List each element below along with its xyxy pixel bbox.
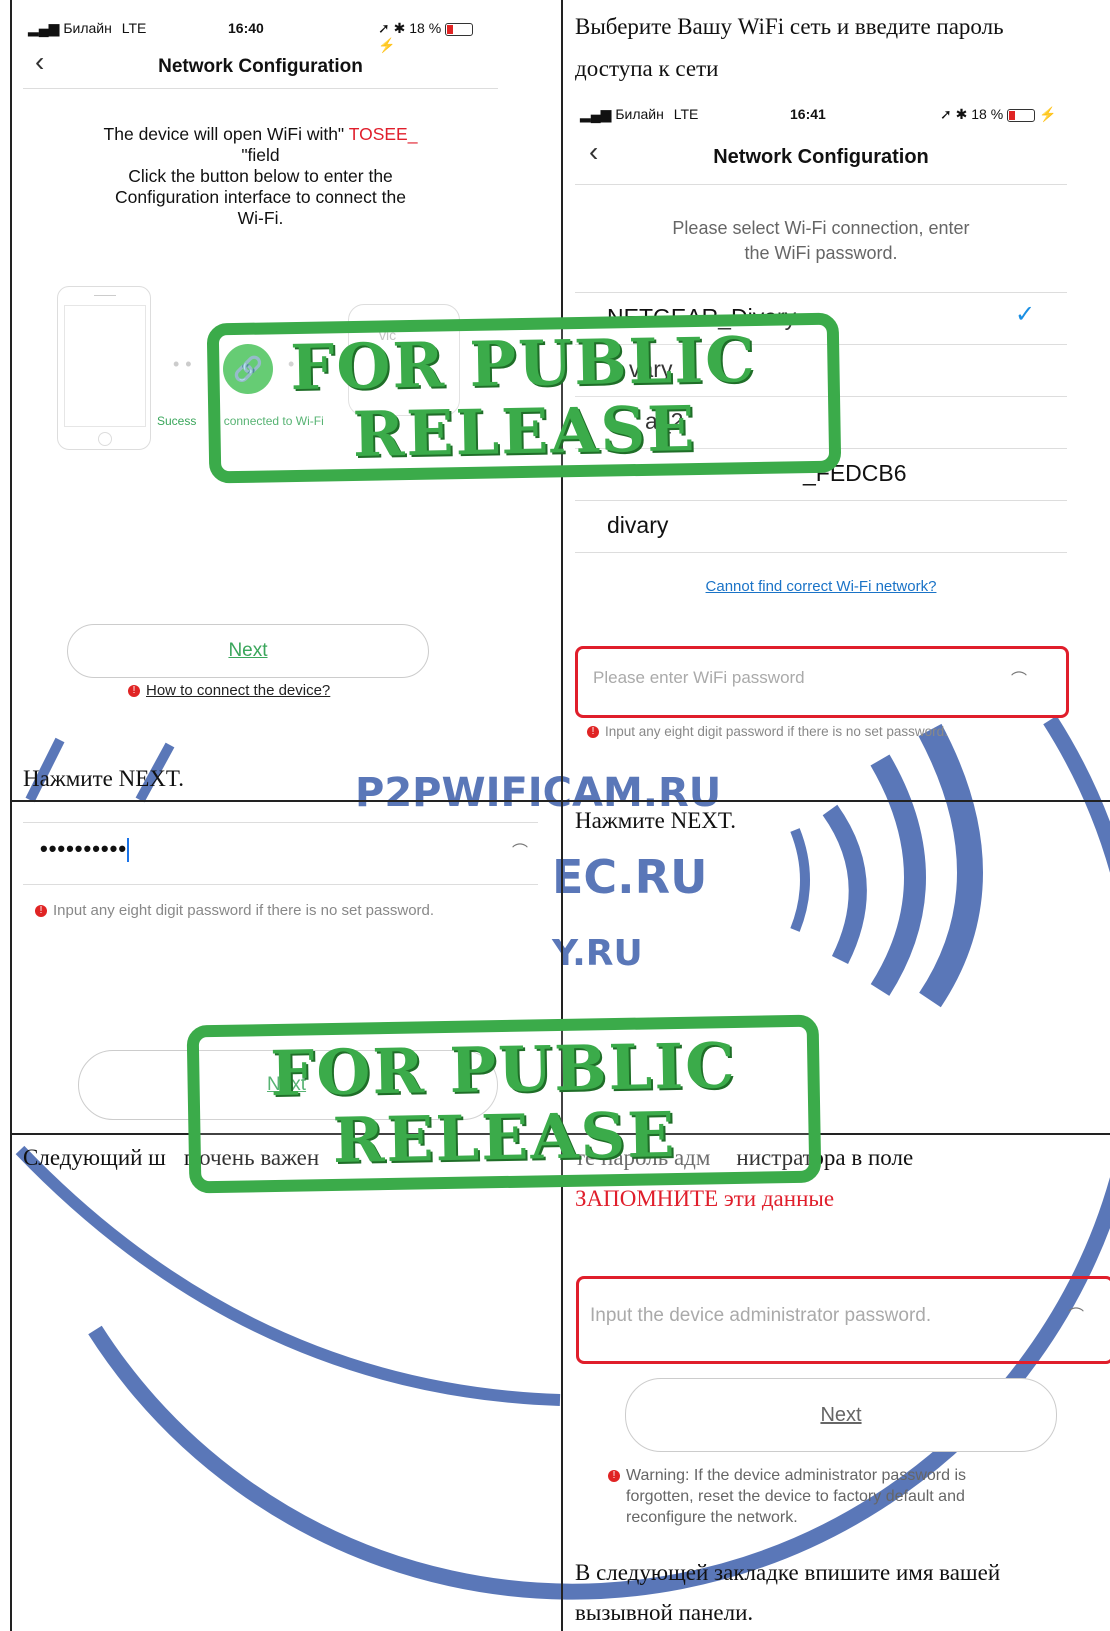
battery-icon: [445, 22, 474, 36]
input-top-line: [23, 822, 538, 823]
cannot-find-link[interactable]: Cannot find correct Wi-Fi network?: [706, 578, 937, 595]
prompt-line1: Please select Wi-Fi connection, enter: [672, 218, 970, 238]
success-text-part1: Sucess: [157, 414, 197, 428]
status-bar: ▂▄▆ Билайн LTE 16:41 ➚ ✱ 18 % ⚡: [580, 106, 1060, 123]
carrier-label: Билайн: [615, 106, 664, 122]
list-separator-5: [575, 552, 1067, 553]
next-button-label: Next: [820, 1403, 862, 1426]
carrier-label: Билайн: [63, 20, 112, 36]
check-icon: ✓: [1015, 301, 1036, 328]
hint-text: Input any eight digit password if there …: [53, 902, 435, 919]
warning-line2: forgotten, reset the device to factory d…: [626, 1488, 965, 1505]
eye-closed-icon[interactable]: ⌒: [1068, 1302, 1084, 1326]
status-bar: ▂▄▆ Билайн LTE 16:40 ➚ ✱ 18 % ⚡: [28, 20, 488, 53]
watermark-text-3: Y.RU: [552, 933, 643, 974]
table-divider-row1: [10, 800, 1110, 802]
status-time: 16:41: [790, 106, 826, 122]
remember-warning: ЗАПОМНИТЕ эти данные: [575, 1186, 835, 1211]
next-button[interactable]: Next: [625, 1378, 1057, 1452]
alert-icon: !: [35, 905, 47, 918]
status-right: ➚ ✱ 18 % ⚡: [940, 106, 1057, 122]
instruction-ru-line2: доступа к сети: [575, 56, 719, 81]
dots-left: ••: [173, 354, 198, 374]
stamp-line2: RELEASE: [352, 392, 698, 471]
wifi-password-input[interactable]: Please enter WiFi password: [593, 668, 1013, 688]
admin-warning: ! Warning: If the device administrator pa…: [608, 1465, 966, 1528]
message-line4: Configuration interface to connect the: [115, 187, 406, 207]
nav-title: Network Configuration: [158, 56, 363, 77]
password-hint: ! Input any eight digit password if there…: [587, 724, 948, 739]
next-button-label: Next: [228, 640, 268, 661]
table-border-left: [10, 0, 12, 1631]
public-release-stamp-2: FOR PUBLIC RELEASE: [186, 1014, 822, 1194]
status-time: 16:40: [228, 20, 264, 36]
message-line2: "field: [241, 145, 280, 165]
stamp-line1: FOR PUBLIC: [289, 322, 758, 405]
network-type: LTE: [673, 106, 699, 122]
password-hint: ! Input any eight digit password if there…: [35, 902, 434, 919]
alert-icon: !: [608, 1469, 620, 1482]
nav-title: Network Configuration: [713, 146, 929, 168]
eye-closed-icon[interactable]: ⌒: [1011, 666, 1027, 690]
footer-instruction-line2: вызывной панели.: [575, 1600, 754, 1625]
table-divider-vertical: [561, 0, 563, 1631]
cannot-find-link-wrap: Cannot find correct Wi-Fi network?: [575, 578, 1067, 596]
nav-separator: [23, 88, 498, 89]
input-bottom-line: [23, 884, 538, 885]
wifi-item-divary[interactable]: divary: [607, 512, 668, 539]
message-line5: Wi-Fi.: [237, 208, 284, 228]
watermark-text-2: EC.RU: [552, 850, 708, 904]
next-button[interactable]: Next: [67, 624, 429, 678]
message-line3: Click the button below to enter the: [128, 166, 393, 186]
stamp-line1: FOR PUBLIC: [269, 1028, 738, 1111]
signal-icon: ▂▄▆: [580, 106, 612, 122]
text-cursor: [127, 838, 130, 863]
alert-icon: !: [128, 685, 140, 698]
message-highlight: TOSEE_: [348, 124, 418, 144]
battery-percent: 18 %: [409, 20, 442, 36]
help-link[interactable]: How to connect the device?: [146, 682, 330, 699]
message-prefix: The device will open WiFi with": [103, 124, 345, 144]
warning-line1: Warning: If the device administrator pas…: [626, 1467, 966, 1484]
help-link-row[interactable]: ! How to connect the device?: [128, 682, 330, 699]
caption-press-next-2: Нажмите NEXT.: [575, 808, 736, 833]
phone-illustration: [57, 286, 151, 450]
signal-icon: ▂▄▆: [28, 20, 60, 36]
admin-password-input[interactable]: Input the device administrator password.: [590, 1305, 931, 1327]
battery-icon: [1007, 108, 1036, 122]
status-right: ➚ ✱ 18 % ⚡: [378, 20, 488, 54]
warning-line3: reconfigure the network.: [626, 1509, 798, 1526]
instruction-text: The device will open WiFi with" TOSEE_ "…: [23, 124, 498, 229]
alert-icon: !: [587, 726, 599, 739]
battery-percent: 18 %: [971, 106, 1004, 122]
caption-next-step-part1: Следующий ш: [23, 1145, 166, 1170]
select-prompt: Please select Wi-Fi connection, enter th…: [575, 216, 1067, 266]
wifi-password-filled[interactable]: ••••••••••: [40, 836, 130, 863]
hint-text: Input any eight digit password if there …: [605, 724, 948, 739]
caption-press-next-1: Нажмите NEXT.: [23, 766, 184, 791]
network-type: LTE: [121, 20, 147, 36]
admin-password-placeholder: Input the device administrator password.: [590, 1305, 932, 1326]
eye-closed-icon[interactable]: ⌒: [512, 838, 528, 862]
password-placeholder: Please enter WiFi password: [593, 668, 805, 687]
stamp-line2: RELEASE: [332, 1098, 678, 1177]
list-separator-4: [575, 500, 1067, 501]
password-dots: ••••••••••: [40, 836, 128, 861]
instruction-ru-line1: Выберите Вашу WiFi сеть и введите пароль: [575, 14, 1004, 39]
footer-instruction-line1: В следующей закладке впишите имя вашей: [575, 1560, 1001, 1585]
list-separator-0: [575, 292, 1067, 293]
nav-separator: [575, 184, 1067, 185]
prompt-line2: the WiFi password.: [744, 243, 898, 263]
public-release-stamp-1: FOR PUBLIC RELEASE: [206, 312, 842, 484]
